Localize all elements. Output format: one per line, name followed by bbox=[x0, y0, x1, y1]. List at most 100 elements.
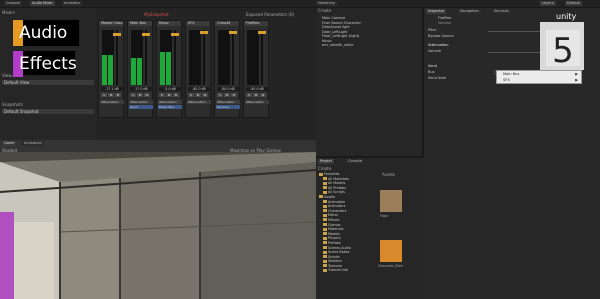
layout-dropdown[interactable]: Default bbox=[565, 1, 582, 6]
mixer-channel-strip[interactable]: Master Group -17.1 dB S M B Attenuation bbox=[98, 20, 124, 118]
effect-slot[interactable]: Attenuation bbox=[158, 100, 182, 104]
layers-dropdown[interactable]: Layers bbox=[540, 1, 556, 6]
asset-thumbnail-character[interactable] bbox=[380, 240, 402, 262]
unity-wordmark: unity bbox=[556, 12, 577, 21]
channel-db-value[interactable]: -80.0 dB bbox=[246, 87, 268, 91]
channel-toggle-button[interactable]: B bbox=[115, 93, 121, 97]
channel-toggle-button[interactable]: M bbox=[224, 93, 230, 97]
fader-knob[interactable] bbox=[113, 33, 121, 36]
folder-icon bbox=[323, 186, 327, 190]
tab-audio-mixer[interactable]: Audio Mixer bbox=[30, 1, 55, 6]
tab-animator[interactable]: Animator bbox=[62, 1, 83, 6]
channel-db-value[interactable]: -17.1 dB bbox=[101, 87, 123, 91]
channel-toggle-button[interactable]: M bbox=[108, 93, 114, 97]
channel-toggle-button[interactable]: M bbox=[253, 93, 259, 97]
folder-label: Assets bbox=[324, 194, 336, 199]
folder-label: Animation bbox=[328, 199, 346, 204]
effect-slot[interactable]: Music Bus bbox=[158, 105, 182, 109]
channel-name: Crossfd bbox=[215, 21, 239, 26]
effect-slot[interactable]: Attenuation bbox=[100, 100, 124, 104]
mixer-channel-strip[interactable]: Fireflies -80.0 dB S M B Attenuation bbox=[243, 20, 269, 118]
channel-toggle-button[interactable]: M bbox=[166, 93, 172, 97]
effect-slot[interactable]: Attenuation bbox=[245, 100, 269, 104]
fader-knob[interactable] bbox=[171, 33, 179, 36]
tab-animation[interactable]: Animation bbox=[22, 141, 44, 146]
fader-knob[interactable] bbox=[229, 31, 237, 34]
snapshot-bar[interactable]: MySnapshot bbox=[144, 12, 169, 17]
tab-project[interactable]: Project bbox=[318, 159, 334, 164]
effect-slot[interactable]: Receive bbox=[216, 105, 240, 109]
menu-item-sfx[interactable]: SFX ▶ bbox=[497, 77, 581, 83]
folder-label: Favorites bbox=[324, 172, 340, 176]
folder-icon bbox=[323, 181, 327, 185]
project-create[interactable]: Create bbox=[318, 166, 331, 171]
folder-label: Tutorial Info bbox=[328, 268, 348, 273]
tab-hierarchy[interactable]: Hierarchy bbox=[316, 1, 337, 6]
folder-label: All Scripts bbox=[328, 190, 345, 195]
tab-console[interactable]: Console bbox=[4, 1, 22, 6]
effect-slot[interactable]: Attenuation bbox=[187, 100, 211, 104]
hierarchy-item[interactable]: env_stealth_static bbox=[316, 43, 422, 48]
channel-db-value[interactable]: -17.0 dB bbox=[130, 87, 152, 91]
folder-label: Textures bbox=[328, 263, 343, 268]
channel-toggle-button[interactable]: S bbox=[246, 93, 252, 97]
fader-knob[interactable] bbox=[258, 31, 266, 34]
folder-icon bbox=[323, 213, 327, 217]
channel-toggle-button[interactable]: S bbox=[217, 93, 223, 97]
channel-db-value[interactable]: -5.0 dB bbox=[159, 87, 181, 91]
channel-toggle-button[interactable]: B bbox=[231, 93, 237, 97]
mixer-channel-strip[interactable]: Crossfd -80.0 dB S M B Attenuation Receive bbox=[214, 20, 240, 118]
channel-toggle-button[interactable]: B bbox=[260, 93, 266, 97]
unity5-logo: 5 bbox=[540, 22, 584, 71]
effect-slot[interactable]: Send bbox=[129, 105, 153, 109]
channel-toggle-button[interactable]: S bbox=[159, 93, 165, 97]
folder-label: Scripts bbox=[328, 254, 340, 259]
folder-label: Shaders bbox=[328, 259, 342, 264]
meter-bar bbox=[166, 52, 171, 85]
row-attenuation[interactable]: Attenuation bbox=[428, 43, 449, 48]
audio-title-card: Audio bbox=[12, 19, 80, 47]
mixer-channel-strip[interactable]: SFX -80.0 dB S M B Attenuation bbox=[185, 20, 211, 118]
level-meter bbox=[218, 30, 230, 85]
tab-game[interactable]: Game bbox=[2, 141, 17, 146]
channel-toggle-button[interactable]: B bbox=[202, 93, 208, 97]
snapshot-default[interactable]: Default Snapshot bbox=[2, 109, 94, 114]
effect-slot[interactable]: Attenuation bbox=[216, 100, 240, 104]
unity-version: 5 bbox=[552, 31, 574, 70]
folder-icon bbox=[323, 236, 327, 240]
channel-toggle-button[interactable]: S bbox=[101, 93, 107, 97]
mixer-channel-strip[interactable]: Main Bus -17.0 dB S M B Attenuation Send bbox=[127, 20, 153, 118]
folder-icon bbox=[323, 250, 327, 254]
row-bus: Bus bbox=[428, 70, 435, 74]
tab-console-2[interactable]: Console bbox=[346, 159, 364, 164]
folder-label: Materials bbox=[328, 227, 344, 232]
folder-icon bbox=[323, 241, 327, 245]
effect-slot[interactable]: Attenuation bbox=[129, 100, 153, 104]
mixer-channel-strip[interactable]: Music -5.0 dB S M B Attenuation Music Bus bbox=[156, 20, 182, 118]
tab-inspector[interactable]: Inspector bbox=[426, 9, 447, 14]
bus-menu: Main Bus ▶ SFX ▶ bbox=[496, 70, 582, 84]
fader-knob[interactable] bbox=[200, 31, 208, 34]
tab-navigation[interactable]: Navigation bbox=[458, 9, 481, 14]
project-folder[interactable]: Tutorial Info bbox=[318, 268, 374, 273]
asset-thumbnail-floor[interactable] bbox=[380, 190, 402, 212]
channel-toggle-button[interactable]: B bbox=[173, 93, 179, 97]
folder-label: Characters bbox=[328, 208, 347, 213]
tab-services[interactable]: Services bbox=[492, 9, 511, 14]
channel-toggle-button[interactable]: B bbox=[144, 93, 150, 97]
solo-mute-bypass: SMB bbox=[188, 93, 208, 97]
channel-db-value[interactable]: -80.0 dB bbox=[217, 87, 239, 91]
channel-toggle-button[interactable]: M bbox=[137, 93, 143, 97]
channel-toggle-button[interactable]: M bbox=[195, 93, 201, 97]
menu-item-label: Main Bus bbox=[503, 72, 520, 76]
solo-mute-bypass: SMB bbox=[217, 93, 237, 97]
exposed-parameters[interactable]: Exposed Parameters (0) bbox=[246, 12, 294, 17]
solo-mute-bypass: SMB bbox=[101, 93, 121, 97]
row-send[interactable]: Send bbox=[428, 64, 437, 69]
channel-db-value[interactable]: -80.0 dB bbox=[188, 87, 210, 91]
channel-name: SFX bbox=[186, 21, 210, 26]
view-default[interactable]: Default View bbox=[2, 80, 94, 85]
fader-knob[interactable] bbox=[142, 33, 150, 36]
channel-toggle-button[interactable]: S bbox=[130, 93, 136, 97]
channel-toggle-button[interactable]: S bbox=[188, 93, 194, 97]
